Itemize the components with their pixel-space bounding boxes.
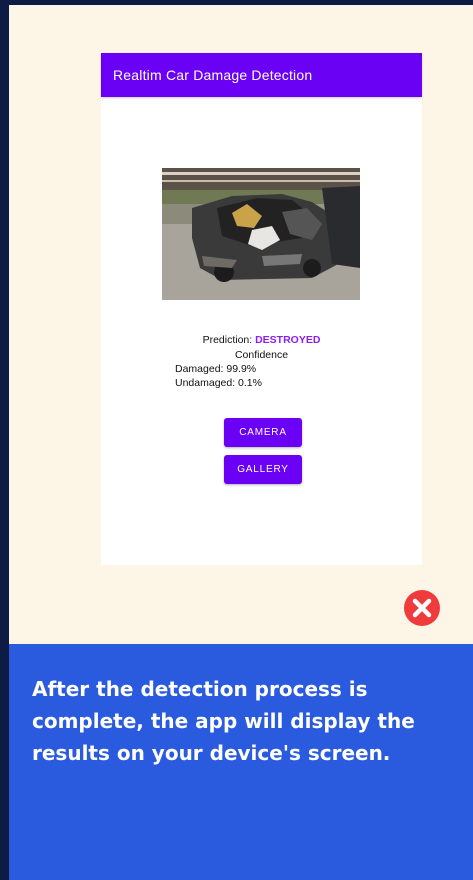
phone-screen: Realtim Car Damage Detection Prediction:… (101, 53, 422, 565)
prediction-value: DESTROYED (255, 334, 321, 346)
caption-text: After the detection process is complete,… (32, 677, 415, 765)
prediction-label: Prediction: (202, 334, 253, 346)
damaged-confidence: Damaged: 99.9% (175, 363, 257, 375)
tutorial-card: Realtim Car Damage Detection Prediction:… (9, 5, 473, 880)
car-photo (162, 168, 360, 300)
gallery-button[interactable]: GALLERY (224, 455, 302, 484)
close-icon[interactable] (403, 589, 441, 627)
app-bar: Realtim Car Damage Detection (101, 53, 422, 97)
camera-button[interactable]: CAMERA (224, 418, 302, 447)
app-title: Realtim Car Damage Detection (113, 67, 313, 83)
confidence-title: Confidence (234, 349, 289, 361)
undamaged-confidence: Undamaged: 0.1% (175, 377, 262, 389)
prediction-line: Prediction: DESTROYED (101, 333, 422, 348)
prediction-results: Prediction: DESTROYED Confidence Damaged… (101, 333, 422, 390)
caption-panel: After the detection process is complete,… (9, 644, 473, 880)
